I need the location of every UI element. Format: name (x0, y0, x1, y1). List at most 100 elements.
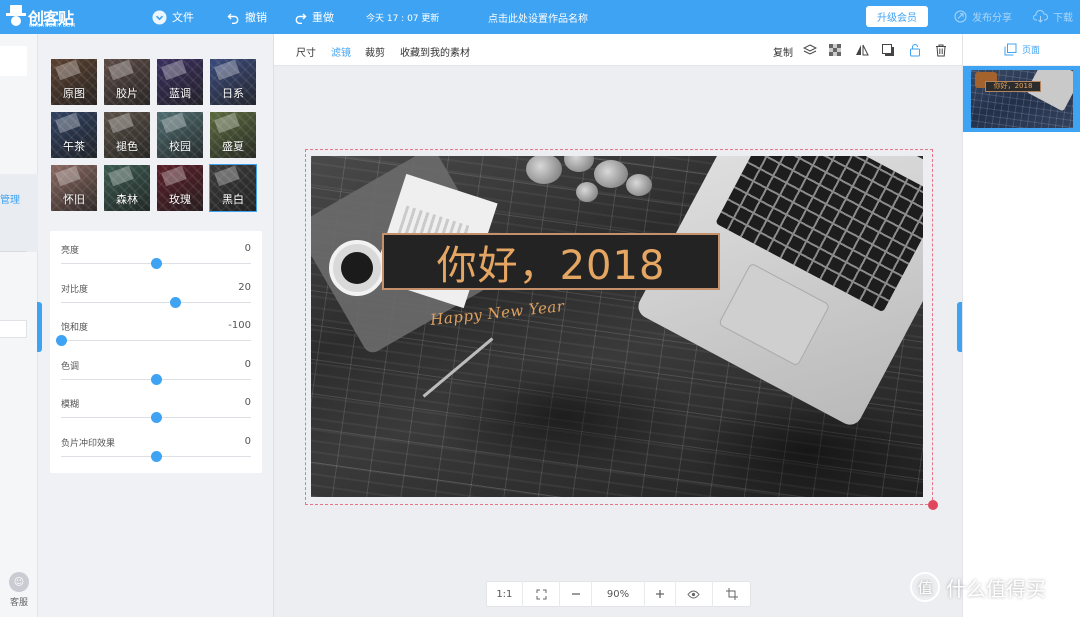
crop-icon (725, 588, 738, 600)
filter-thumb[interactable]: 原图 (50, 58, 98, 106)
filter-label: 胶片 (116, 87, 138, 100)
strip-manage-label[interactable]: 管理 (0, 191, 20, 206)
file-menu[interactable]: 文件 (152, 9, 194, 25)
adjustment-name: 对比度 (61, 284, 89, 295)
filter-thumb[interactable]: 校园 (156, 111, 204, 159)
fabric-fold (691, 396, 921, 497)
slider-knob[interactable] (150, 450, 162, 462)
artboard-image[interactable]: 你好，2018 Happy New Year (311, 156, 923, 497)
shadow-icon[interactable] (881, 43, 895, 57)
slider-knob[interactable] (150, 373, 162, 385)
resize-handle[interactable] (928, 500, 938, 510)
adjustment-sliders: 亮度 0 对比度 20 饱和度 -100 色调 0 模糊 0 负片冲印效果 0 (50, 231, 262, 473)
redo-label: 重做 (312, 11, 334, 24)
copy-button[interactable]: 复制 (773, 44, 793, 59)
transparency-icon[interactable] (828, 43, 842, 57)
headline-text: 你好，2018 (436, 242, 666, 289)
filter-thumb[interactable]: 胶片 (103, 58, 151, 106)
filter-label: 黑白 (222, 193, 244, 206)
strip-input-box[interactable] (0, 320, 27, 338)
tab-filter[interactable]: 滤镜 (331, 44, 351, 59)
document-name[interactable]: 点击此处设置作品名称 (488, 10, 588, 25)
flip-icon[interactable] (855, 43, 869, 57)
filter-label: 日系 (222, 87, 244, 100)
pages-icon (1004, 43, 1017, 56)
fabric-fold (431, 356, 691, 476)
image-toolbar: 尺寸 滤镜 裁剪 收藏到我的素材 复制 (274, 34, 962, 66)
actual-size-button[interactable]: 1:1 (487, 581, 523, 607)
slider-knob[interactable] (55, 335, 67, 346)
filter-label: 盛夏 (222, 140, 244, 153)
adjustment-name: 模糊 (61, 400, 80, 410)
tab-save-to-assets[interactable]: 收藏到我的素材 (400, 44, 470, 59)
filter-thumb[interactable]: 褪色 (103, 111, 151, 159)
adjustment-name: 负片冲印效果 (61, 438, 116, 449)
save-status: 今天 17 : 07 更新 (366, 14, 440, 24)
slider-track[interactable] (61, 301, 251, 303)
share-button[interactable]: 发布分享 (954, 9, 1012, 24)
page-thumbnail-selected[interactable]: 你好，2018 (963, 66, 1080, 132)
filter-thumb[interactable]: 蓝调 (156, 58, 204, 106)
redo-icon (295, 13, 307, 24)
slider-track[interactable] (61, 340, 251, 341)
filter-label: 怀旧 (63, 193, 85, 206)
filter-thumb[interactable]: 黑白 (209, 164, 257, 212)
crop-canvas-button[interactable] (713, 581, 750, 607)
preview-button[interactable] (676, 581, 714, 607)
filter-thumb[interactable]: 午茶 (50, 111, 98, 159)
file-label: 文件 (172, 11, 194, 24)
adjustment-row: 色调 0 (61, 359, 251, 397)
undo-button[interactable]: 撤销 (227, 9, 267, 25)
chevron-down-circle-icon (152, 10, 167, 24)
tab-crop[interactable]: 裁剪 (365, 44, 385, 59)
watermark: 值 什么值得买 (910, 572, 1046, 602)
filter-label: 褪色 (116, 140, 138, 153)
adjustment-value: 0 (244, 243, 251, 254)
tab-size[interactable]: 尺寸 (296, 44, 316, 59)
slider-knob[interactable] (169, 296, 181, 308)
upgrade-button[interactable]: 升级会员 (866, 6, 928, 27)
adjustment-name: 亮度 (61, 246, 80, 256)
pages-header[interactable]: 页面 (963, 34, 1080, 66)
strip-active-item[interactable] (0, 174, 38, 252)
left-icon-strip: 管理 ☺ 客服 (0, 34, 38, 617)
app-logo[interactable]: 创客贴 CHUANGKIT.COM (6, 3, 78, 31)
filter-thumb[interactable]: 玫瑰 (156, 164, 204, 212)
share-label: 发布分享 (972, 13, 1012, 24)
filter-thumb[interactable]: 盛夏 (209, 111, 257, 159)
headline-text-box[interactable]: 你好，2018 (382, 233, 720, 290)
watermark-logo: 值 (910, 572, 940, 602)
strip-search-box[interactable] (0, 46, 27, 76)
adjustment-name: 色调 (61, 361, 80, 372)
slider-knob[interactable] (150, 412, 162, 423)
layers-icon[interactable] (803, 43, 817, 57)
filter-thumb[interactable]: 怀旧 (50, 164, 98, 212)
support-icon: ☺ (9, 572, 29, 592)
adjustment-name: 饱和度 (61, 323, 89, 333)
logo-icon (6, 5, 26, 26)
zoom-out-button[interactable] (560, 581, 593, 607)
slider-knob[interactable] (150, 258, 162, 269)
fit-screen-button[interactable] (523, 581, 561, 607)
zoom-in-button[interactable] (643, 581, 676, 607)
filter-thumb[interactable]: 日系 (209, 58, 257, 106)
filter-thumb[interactable]: 森林 (103, 164, 151, 212)
filter-label: 蓝调 (169, 87, 191, 100)
watermark-text: 什么值得买 (946, 576, 1046, 601)
adjustment-value: -100 (228, 320, 251, 331)
collapse-left-panel-handle[interactable] (37, 302, 42, 352)
support-label: 客服 (9, 598, 28, 608)
adjustment-value: 0 (244, 358, 251, 370)
unlock-icon[interactable] (908, 43, 922, 57)
filter-label: 校园 (169, 140, 191, 153)
app-brand-sub: CHUANGKIT.COM (29, 23, 76, 29)
undo-label: 撤销 (245, 11, 267, 24)
support-button[interactable]: ☺ 客服 (5, 572, 33, 608)
zoom-level: 90% (606, 588, 630, 600)
filter-label: 玫瑰 (169, 193, 191, 206)
adjustment-row: 模糊 0 (61, 397, 251, 435)
trash-icon[interactable] (934, 43, 948, 57)
redo-button[interactable]: 重做 (294, 9, 334, 25)
undo-icon (227, 13, 239, 24)
download-button[interactable]: 下载 (1033, 9, 1073, 24)
